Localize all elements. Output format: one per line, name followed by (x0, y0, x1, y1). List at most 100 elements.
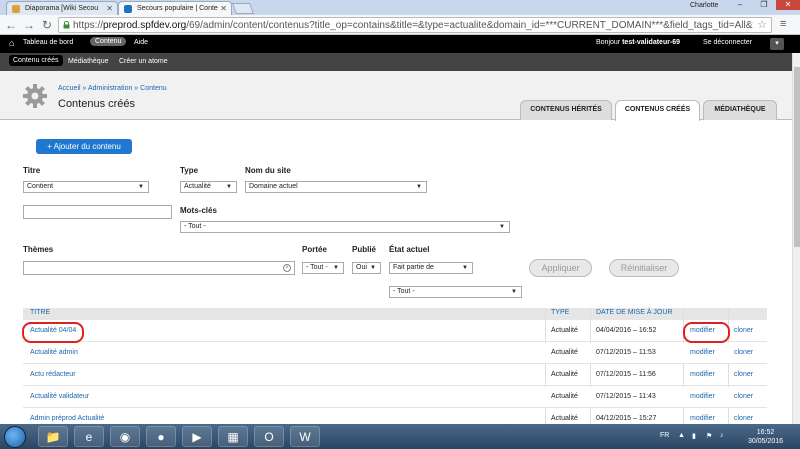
row-type: Actualité (551, 371, 578, 378)
lock-icon (63, 21, 70, 29)
row-title-link[interactable]: Actu rédacteur (30, 371, 76, 378)
portee-select[interactable]: - Tout - ▼ (302, 262, 344, 274)
taskbar-clock[interactable]: 16:52 30/05/2016 (748, 428, 783, 446)
row-clone-link[interactable]: cloner (734, 349, 753, 356)
shortcut-mediatheque[interactable]: Médiathèque (68, 58, 108, 65)
column-header-type[interactable]: TYPE (551, 309, 569, 316)
browser-tab-diaporama[interactable]: Diaporama [Wiki Secou ✕ (6, 1, 118, 15)
browser-tab-secours-populaire[interactable]: Secours populaire | Conte ✕ (118, 1, 232, 15)
chevron-down-icon: ▼ (138, 184, 144, 190)
tab-contenus-crees[interactable]: CONTENUS CRÉÉS (615, 100, 700, 121)
close-tab-icon[interactable]: ✕ (220, 2, 227, 15)
chevron-down-icon: ▼ (499, 224, 505, 230)
row-type: Actualité (551, 327, 578, 334)
tags-label: Mots-clés (180, 206, 217, 215)
scrollbar-thumb[interactable] (794, 67, 800, 247)
themes-input[interactable]: × (23, 261, 295, 275)
chevron-down-icon: ▼ (333, 265, 339, 271)
row-title-link[interactable]: Admin préprod Actualité (30, 415, 104, 422)
row-clone-link[interactable]: cloner (734, 393, 753, 400)
minimize-icon[interactable]: – (728, 0, 752, 10)
publie-select[interactable]: Oui ▼ (352, 262, 381, 274)
add-content-button[interactable]: + Ajouter du contenu (36, 139, 132, 154)
reset-button[interactable]: Réinitialiser (609, 259, 679, 277)
portee-label: Portée (302, 245, 327, 254)
toolbar-item-help[interactable]: Aide (134, 39, 148, 46)
table-row: Actualité 04/04 Actualité 04/04/2016 – 1… (23, 321, 767, 342)
column-header-titre[interactable]: TITRE (30, 309, 50, 316)
volume-icon[interactable]: ♪ (720, 432, 724, 439)
file-explorer-icon[interactable]: 📁 (38, 426, 68, 447)
star-icon[interactable]: ☆ (757, 18, 767, 31)
address-bar-row: ← → ↻ https://preprod.spfdev.org/69/admi… (0, 15, 800, 35)
back-arrow-icon[interactable]: ← (4, 18, 18, 32)
row-edit-link[interactable]: modifier (690, 371, 715, 378)
tray-arrow-icon[interactable]: ▲ (678, 432, 685, 439)
row-clone-link[interactable]: cloner (734, 415, 753, 422)
row-title-link[interactable]: Actualité admin (30, 349, 78, 356)
type-select[interactable]: Actualité ▼ (180, 181, 237, 193)
media-player-icon[interactable]: ▶ (182, 426, 212, 447)
windows-start-icon[interactable] (4, 426, 26, 448)
publie-label: Publié (352, 245, 377, 254)
chevron-down-icon[interactable]: ▾ (770, 38, 784, 50)
close-window-icon[interactable]: ✕ (776, 0, 800, 10)
column-header-date[interactable]: DATE DE MISE À JOUR (596, 309, 673, 316)
network-icon[interactable]: ▮ (692, 432, 696, 440)
tab-contenus-herites[interactable]: CONTENUS HÉRITÉS (520, 100, 612, 120)
clear-icon[interactable]: × (283, 264, 291, 272)
flag-icon[interactable]: ⚑ (706, 432, 712, 440)
row-clone-link[interactable]: cloner (734, 327, 753, 334)
home-icon[interactable]: ⌂ (9, 38, 14, 48)
reload-icon[interactable]: ↻ (40, 18, 54, 32)
project-icon[interactable]: ▦ (218, 426, 248, 447)
logout-link[interactable]: Se déconnecter (703, 39, 752, 46)
apply-button[interactable]: Appliquer (529, 259, 592, 277)
toolbar-item-dashboard[interactable]: Tableau de bord (23, 39, 73, 46)
titre-operator-select[interactable]: Contient ▼ (23, 181, 149, 193)
shortcuts-bar: Contenu créés Médiathèque Créer un atome (0, 53, 800, 71)
table-row: Actualité validateur Actualité 07/12/201… (23, 387, 767, 408)
tags-select[interactable]: - Tout - ▼ (180, 221, 510, 233)
internet-explorer-icon[interactable]: e (74, 426, 104, 447)
row-type: Actualité (551, 393, 578, 400)
etat-operator-select[interactable]: Fait partie de ▼ (389, 262, 473, 274)
word-icon[interactable]: W (290, 426, 320, 447)
highlight-circle-edit (683, 322, 730, 343)
tab-mediatheque[interactable]: MÉDIATHÈQUE (703, 100, 777, 120)
firefox-icon[interactable]: ● (146, 426, 176, 447)
type-label: Type (180, 166, 199, 175)
row-date: 07/12/2015 – 11:43 (596, 393, 656, 400)
shortcut-contenus-crees[interactable]: Contenu créés (9, 55, 63, 66)
maximize-icon[interactable]: ❐ (752, 0, 776, 10)
chrome-icon[interactable]: ◉ (110, 426, 140, 447)
hamburger-menu-icon[interactable]: ≡ (780, 18, 786, 30)
outlook-icon[interactable]: O (254, 426, 284, 447)
table-row: Actualité admin Actualité 07/12/2015 – 1… (23, 343, 767, 364)
chevron-down-icon: ▼ (511, 289, 517, 295)
shortcut-creer-atome[interactable]: Créer un atome (119, 58, 168, 65)
row-clone-link[interactable]: cloner (734, 371, 753, 378)
windows-taskbar: 📁 e ◉ ● ▶ ▦ O W FR ▲ ▮ ⚑ ♪ 16:52 30/05/2… (0, 424, 800, 449)
site-label: Nom du site (245, 166, 291, 175)
url-input[interactable]: https://preprod.spfdev.org/69/admin/cont… (58, 17, 772, 33)
breadcrumb-administration[interactable]: Administration (88, 85, 132, 92)
close-tab-icon[interactable]: ✕ (106, 2, 113, 15)
page-scrollbar[interactable] (792, 53, 800, 424)
row-edit-link[interactable]: modifier (690, 415, 715, 422)
language-indicator[interactable]: FR (660, 432, 669, 439)
chevron-down-icon: ▼ (370, 265, 376, 271)
etat-select[interactable]: - Tout - ▼ (389, 286, 522, 298)
user-greeting: Bonjour test-validateur-69 (596, 39, 681, 46)
breadcrumb-contenu[interactable]: Contenu (140, 85, 166, 92)
row-edit-link[interactable]: modifier (690, 349, 715, 356)
forward-arrow-icon[interactable]: → (22, 18, 36, 32)
row-edit-link[interactable]: modifier (690, 393, 715, 400)
toolbar-item-content[interactable]: Contenu (90, 37, 127, 46)
profile-name[interactable]: Charlotte (690, 2, 718, 9)
new-tab-button[interactable] (231, 3, 255, 14)
row-title-link[interactable]: Actualité validateur (30, 393, 89, 400)
titre-input[interactable] (23, 205, 172, 219)
site-select[interactable]: Domaine actuel ▼ (245, 181, 427, 193)
breadcrumb-accueil[interactable]: Accueil (58, 85, 81, 92)
